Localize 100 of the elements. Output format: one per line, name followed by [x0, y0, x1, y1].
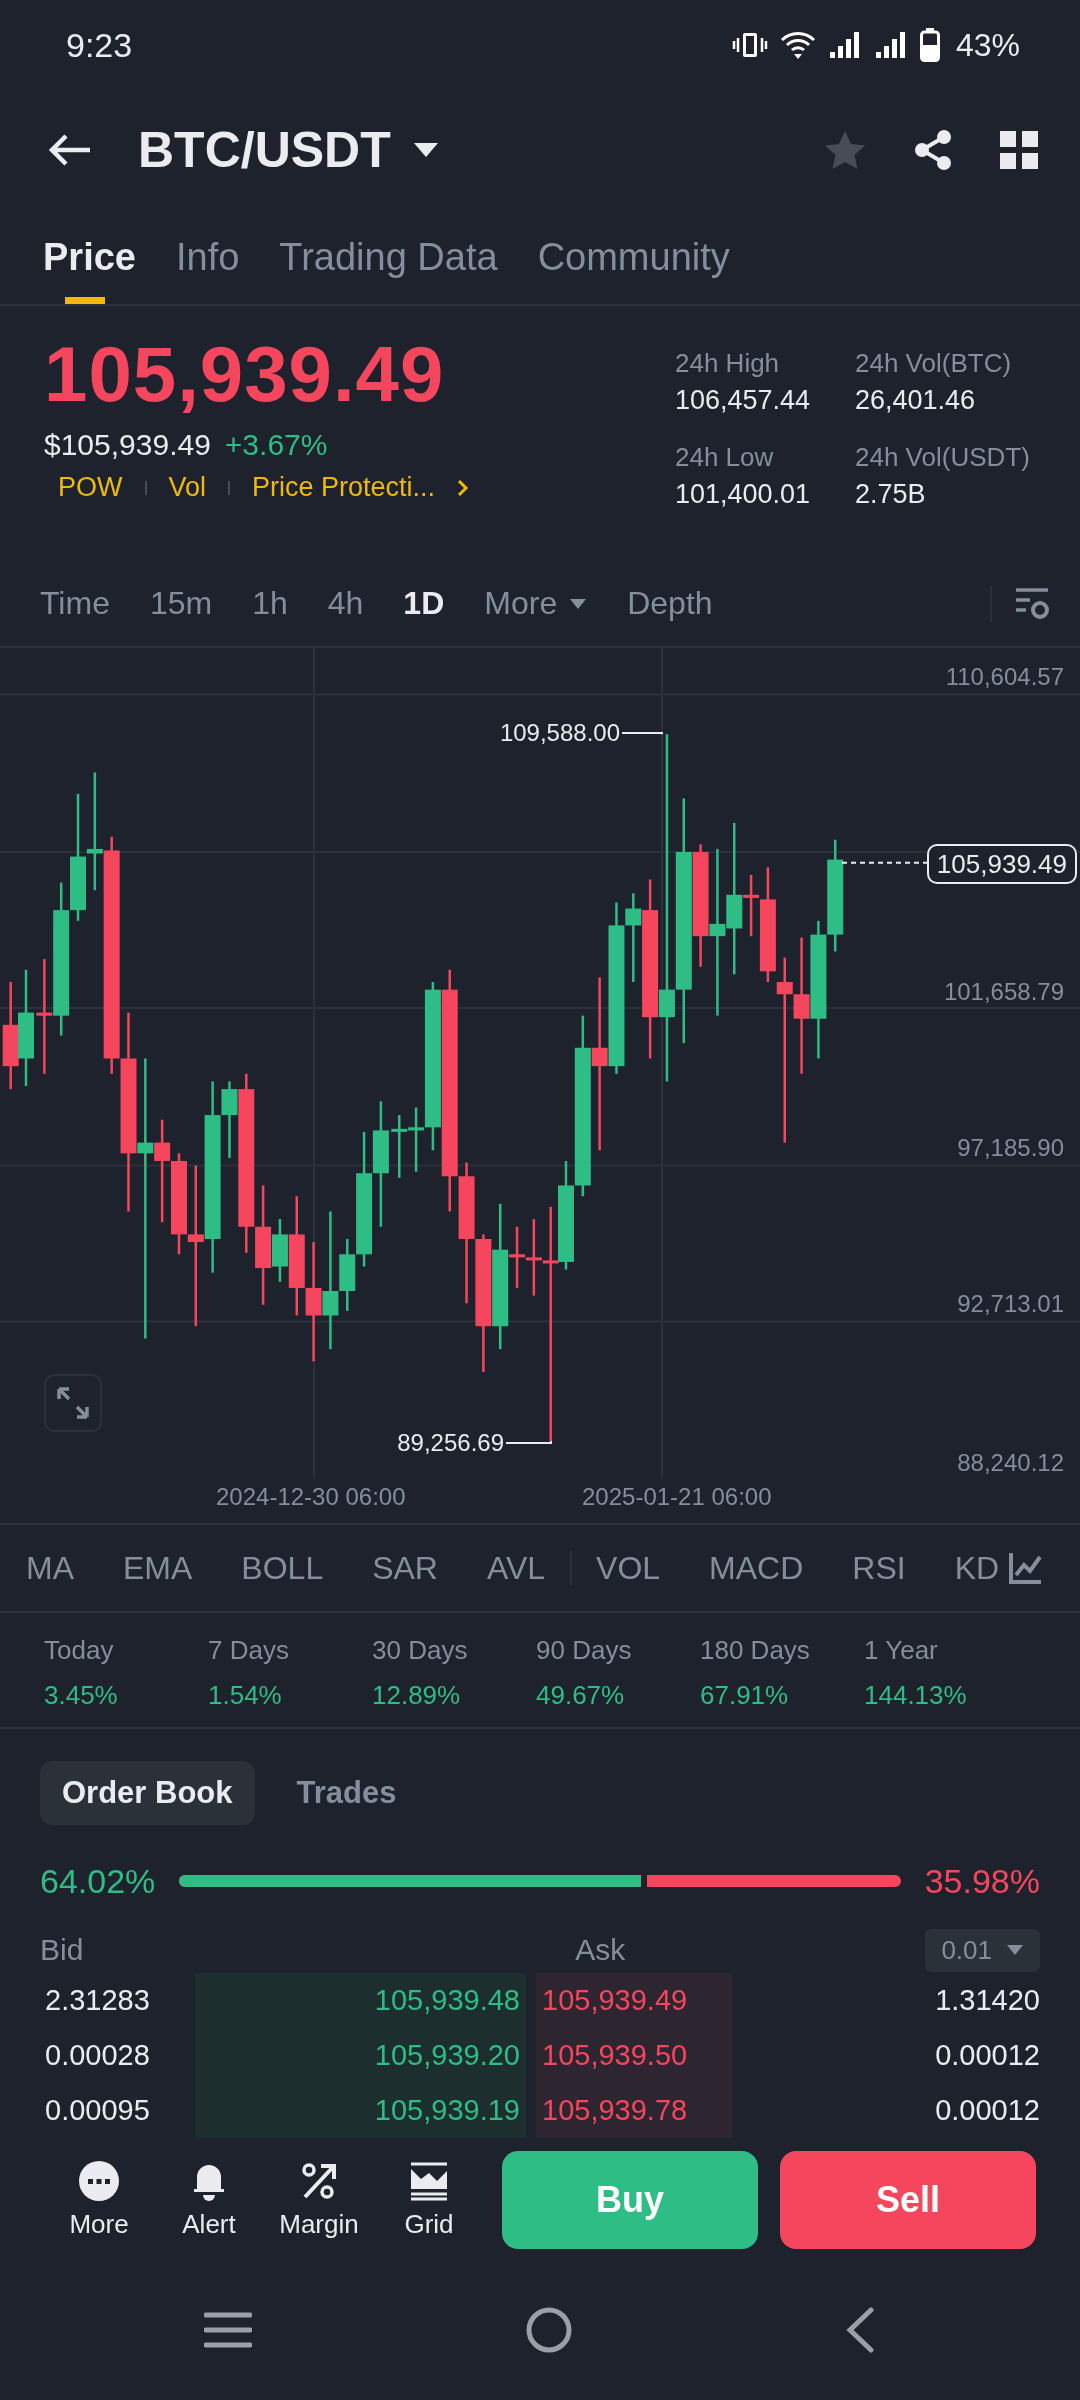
margin-action[interactable]: Margin [264, 2160, 374, 2240]
period-change: 1.54% [208, 1680, 283, 1711]
indicator-tab[interactable]: SAR [372, 1549, 438, 1587]
tag-link[interactable]: Vol [168, 472, 207, 503]
period-change: 144.13% [864, 1680, 968, 1711]
usd-price: $105,939.49 [44, 428, 211, 462]
grid-action[interactable]: Grid [374, 2160, 484, 2240]
battery-percent: 43% [955, 26, 1020, 64]
bid-quantity: 0.00028 [44, 2039, 151, 2072]
share-icon[interactable] [912, 129, 954, 171]
column-header: Bid [40, 1933, 84, 1967]
caret-icon [1006, 1944, 1024, 1956]
indicator-tab[interactable]: BOLL [241, 1549, 324, 1587]
interval-tab[interactable]: Depth [627, 585, 713, 622]
indicator-tab[interactable]: MACD [709, 1549, 804, 1587]
low-price-label: 89,256.69 [397, 1428, 504, 1458]
leader-line [505, 1439, 552, 1444]
last-price: 105,939.49 [44, 329, 446, 420]
price-tick: 88,240.12 [957, 1448, 1064, 1478]
tab[interactable]: Community [537, 210, 730, 304]
period-label: 180 Days [700, 1635, 811, 1666]
stat-value: 101,400.01 [675, 479, 812, 510]
ask-quantity: 0.00012 [935, 2039, 1040, 2072]
indicator-tab[interactable]: AVL [486, 1549, 546, 1587]
order-book-tab[interactable]: Trades [274, 1761, 419, 1825]
period-label: 7 Days [208, 1635, 290, 1666]
expand-button[interactable] [44, 1374, 102, 1432]
bid-price: 105,939.20 [195, 2028, 526, 2083]
vibrate-icon [731, 30, 768, 60]
ask-price: 105,939.49 [536, 1973, 732, 2028]
bid-price: 105,939.48 [195, 1973, 526, 2028]
period-label: Today [44, 1635, 115, 1666]
precision-dropdown[interactable]: 0.01 [925, 1928, 1040, 1972]
pair-selector[interactable]: BTC/USDT [138, 121, 439, 179]
menu-icon[interactable] [204, 2311, 252, 2349]
interval-tab[interactable]: Time [40, 585, 110, 622]
caret-icon [569, 597, 588, 610]
tag-link[interactable]: Price Protecti... [252, 472, 436, 503]
indicator-tab[interactable]: KD [954, 1549, 1000, 1587]
price-change: +3.67% [224, 428, 328, 462]
star-icon[interactable] [824, 130, 866, 170]
current-price-label: 105,939.49 [926, 844, 1077, 884]
chart-line-icon[interactable] [1008, 1551, 1043, 1585]
back-icon[interactable] [845, 2307, 875, 2353]
price-tick: 92,713.01 [957, 1289, 1064, 1319]
back-arrow-icon[interactable] [48, 133, 92, 167]
price-tick: 110,604.57 [945, 662, 1064, 692]
buy-button[interactable]: Buy [502, 2151, 758, 2249]
period-label: 90 Days [536, 1635, 633, 1666]
stat-label: 24h Vol(BTC) [855, 348, 1013, 379]
leader-line [621, 732, 663, 736]
order-book-tab[interactable]: Order Book [40, 1761, 255, 1825]
grid-menu-icon[interactable] [1000, 131, 1038, 169]
stat-label: 24h Low [675, 442, 775, 473]
sell-button[interactable]: Sell [780, 2151, 1036, 2249]
interval-tab[interactable]: 1D [403, 585, 445, 622]
stat-label: 24h Vol(USDT) [855, 442, 1031, 473]
high-price-label: 109,588.00 [499, 718, 620, 748]
battery-icon [919, 28, 940, 62]
ask-quantity: 1.31420 [935, 1984, 1040, 2017]
chevron-right-icon[interactable] [457, 478, 470, 497]
tab[interactable]: Price [43, 210, 136, 304]
bid-quantity: 2.31283 [44, 1984, 151, 2017]
chart-settings-icon[interactable] [1014, 586, 1050, 621]
period-label: 1 Year [864, 1635, 939, 1666]
stat-value: 26,401.46 [855, 385, 977, 416]
price-tick: 97,185.90 [957, 1133, 1064, 1163]
alert-action[interactable]: Alert [154, 2160, 264, 2240]
interval-tab[interactable]: 1h [252, 585, 288, 622]
wifi-icon [779, 30, 816, 60]
signal-icon [873, 30, 908, 60]
tab[interactable]: Info [175, 210, 240, 304]
bid-price: 105,939.19 [195, 2083, 526, 2138]
interval-tab[interactable]: 15m [149, 585, 213, 622]
date-label: 2025-01-21 06:00 [582, 1483, 772, 1511]
tab[interactable]: Trading Data [279, 210, 498, 304]
ask-price: 105,939.78 [536, 2083, 732, 2138]
indicator-tab[interactable]: EMA [123, 1549, 193, 1587]
more-dots-icon [79, 2160, 119, 2201]
period-change: 49.67% [536, 1680, 626, 1711]
more-action[interactable]: More [44, 2160, 154, 2240]
home-icon[interactable] [524, 2306, 573, 2354]
stat-value: 106,457.44 [675, 385, 812, 416]
bid-quantity: 0.00095 [44, 2094, 151, 2127]
stat-value: 2.75B [855, 479, 927, 510]
indicator-tab[interactable]: VOL [596, 1549, 661, 1587]
grid-chart-icon [409, 2160, 449, 2201]
period-label: 30 Days [372, 1635, 469, 1666]
tag-link[interactable]: POW [58, 472, 123, 503]
indicator-tab[interactable]: MA [26, 1549, 74, 1587]
interval-tab[interactable]: 4h [327, 585, 364, 622]
period-change: 12.89% [372, 1680, 462, 1711]
caret-icon [412, 142, 439, 158]
ask-quantity: 0.00012 [935, 2094, 1040, 2127]
status-time: 9:23 [66, 25, 133, 65]
bid-ratio: 64.02% [40, 1861, 156, 1901]
ask-ratio: 35.98% [924, 1861, 1040, 1901]
expand-icon [56, 1386, 90, 1420]
indicator-tab[interactable]: RSI [852, 1549, 906, 1587]
interval-tab[interactable]: More [484, 585, 588, 622]
